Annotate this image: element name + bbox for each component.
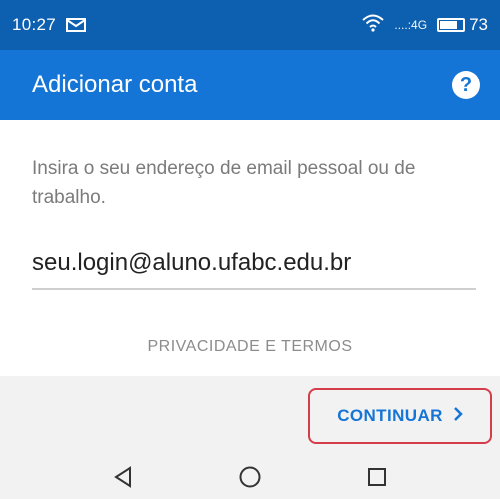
signal-indicator: ....:4G [394, 18, 428, 32]
continue-label: CONTINUAR [337, 406, 443, 425]
app-bar: Adicionar conta ? [0, 50, 500, 120]
help-button[interactable]: ? [452, 71, 480, 99]
instruction-text: Insira o seu endereço de email pessoal o… [32, 158, 416, 208]
email-field[interactable] [32, 238, 476, 290]
status-bar: 10:27 ....:4G 73 [0, 0, 500, 50]
wifi-icon [362, 14, 385, 37]
continue-button[interactable]: CONTINUAR [308, 388, 492, 444]
add-account-form: Insira o seu endereço de email pessoal o… [0, 120, 500, 376]
recents-square-icon[interactable] [357, 457, 397, 497]
back-triangle-icon[interactable] [103, 457, 143, 497]
system-navigation-bar [0, 454, 500, 499]
page-title: Adicionar conta [32, 71, 198, 98]
battery-indicator: 73 [437, 15, 488, 35]
home-circle-icon[interactable] [230, 457, 270, 497]
status-indicators: ....:4G 73 [362, 14, 488, 37]
status-time: 10:27 [12, 15, 57, 34]
bottom-area: CONTINUAR [0, 376, 500, 499]
privacy-terms-link[interactable]: PRIVACIDADE E TERMOS [0, 338, 500, 356]
chevron-right-icon [453, 406, 463, 427]
battery-percent: 73 [469, 15, 488, 34]
battery-icon [437, 18, 466, 32]
mail-icon [66, 17, 87, 33]
